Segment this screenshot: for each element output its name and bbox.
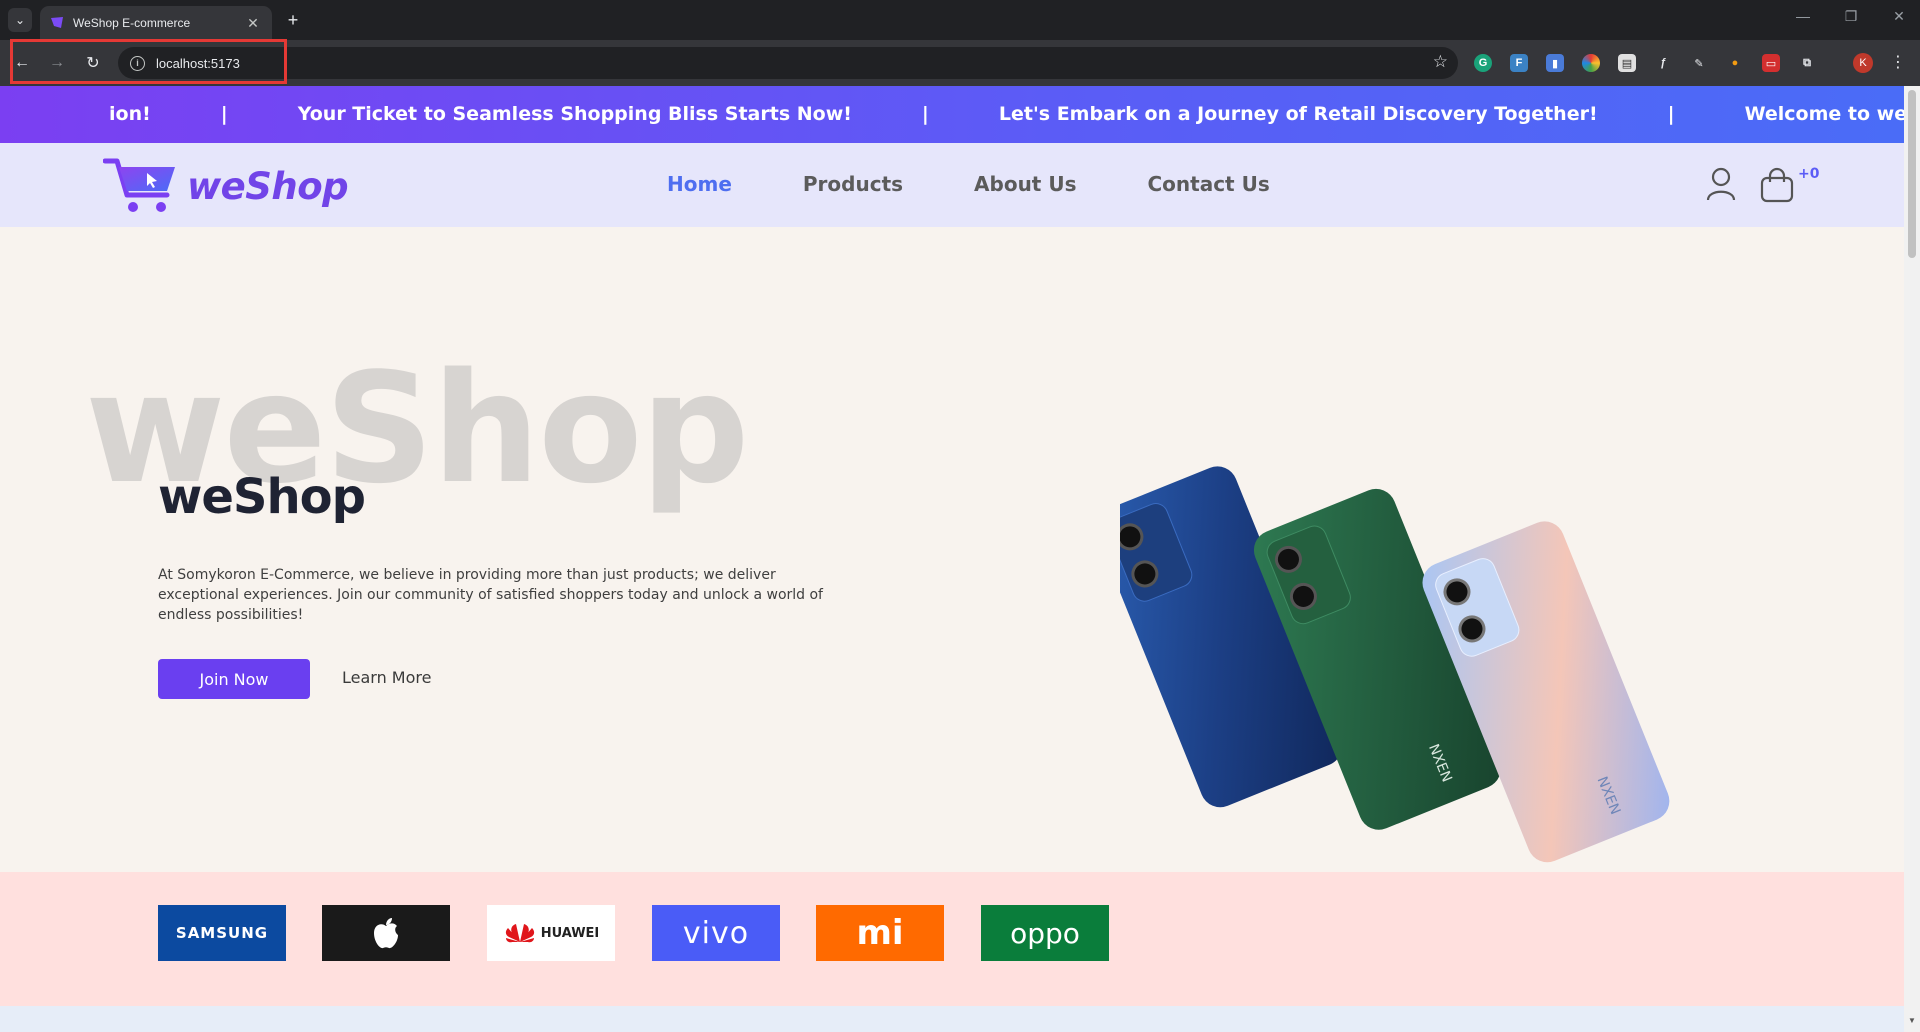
extensions-puzzle-icon[interactable]: ⧉ bbox=[1798, 54, 1816, 72]
browser-tabstrip: ⌄ WeShop E-commerce ✕ + — ❐ ✕ bbox=[0, 0, 1920, 40]
brand-name: vivo bbox=[682, 915, 750, 951]
huawei-logo-icon bbox=[505, 924, 534, 943]
nav-about-us[interactable]: About Us bbox=[974, 172, 1076, 196]
translate-extension-icon[interactable]: F bbox=[1510, 54, 1528, 72]
page-scrollbar[interactable]: ▼ bbox=[1904, 86, 1920, 1032]
marquee-message: Your Ticket to Seamless Shopping Bliss S… bbox=[297, 103, 852, 125]
logo-text: weShop bbox=[187, 164, 349, 208]
brand-xiaomi[interactable]: mi bbox=[816, 905, 944, 961]
brand-name: HUAWEI bbox=[540, 925, 600, 941]
site-header: weShop Home Products About Us Contact Us… bbox=[0, 143, 1904, 227]
announcement-marquee: ion! | Your Ticket to Seamless Shopping … bbox=[0, 86, 1904, 143]
join-now-button[interactable]: Join Now bbox=[158, 659, 310, 699]
eyedropper-extension-icon[interactable]: ✎ bbox=[1690, 54, 1708, 72]
marquee-separator: | bbox=[220, 103, 228, 125]
brand-huawei[interactable]: HUAWEI bbox=[487, 905, 615, 961]
site-logo[interactable]: weShop bbox=[103, 155, 349, 217]
hero-title: weShop bbox=[158, 469, 366, 525]
browser-menu-icon[interactable]: ⋮ bbox=[1890, 52, 1906, 72]
tab-search-chevron-icon[interactable]: ⌄ bbox=[8, 8, 32, 32]
brand-name: oppo bbox=[1010, 916, 1080, 950]
back-icon[interactable]: ← bbox=[10, 51, 34, 75]
smartphones-hero-image: NXEN NXEN bbox=[1120, 466, 1670, 863]
user-account-icon[interactable] bbox=[1706, 167, 1736, 201]
brand-oppo[interactable]: oppo bbox=[981, 905, 1109, 961]
nav-products[interactable]: Products bbox=[803, 172, 903, 196]
nav-contact-us[interactable]: Contact Us bbox=[1147, 172, 1269, 196]
browser-tab[interactable]: WeShop E-commerce ✕ bbox=[40, 6, 272, 40]
brand-name: mi bbox=[856, 913, 904, 953]
marquee-separator: | bbox=[1667, 103, 1675, 125]
fox-extension-icon[interactable]: ● bbox=[1726, 54, 1744, 72]
reload-icon[interactable]: ↻ bbox=[81, 51, 105, 75]
marquee-message: Let's Embark on a Journey of Retail Disc… bbox=[998, 103, 1598, 125]
brand-samsung[interactable]: SAMSUNG bbox=[158, 905, 286, 961]
marquee-separator: | bbox=[921, 103, 929, 125]
notes-extension-icon[interactable]: ▤ bbox=[1618, 54, 1636, 72]
site-info-icon[interactable]: i bbox=[130, 55, 145, 71]
brand-vivo[interactable]: vivo bbox=[652, 905, 780, 961]
nav-home[interactable]: Home bbox=[667, 172, 732, 196]
shopping-bag-icon[interactable] bbox=[1760, 167, 1794, 203]
cart-count-badge: +0 bbox=[1798, 166, 1820, 182]
close-window-icon[interactable]: ✕ bbox=[1884, 8, 1914, 25]
marquee-message: ion! bbox=[109, 103, 151, 125]
grammarly-extension-icon[interactable]: G bbox=[1474, 54, 1492, 72]
address-bar[interactable]: i localhost:5173 ☆ bbox=[118, 47, 1458, 79]
learn-more-button[interactable]: Learn More bbox=[342, 668, 431, 687]
weshop-favicon-icon bbox=[51, 17, 63, 28]
next-section-edge bbox=[0, 1006, 1904, 1032]
hero-description: At Somykoron E-Commerce, we believe in p… bbox=[158, 567, 823, 623]
main-nav: Home Products About Us Contact Us bbox=[667, 172, 1341, 196]
minimize-icon[interactable]: — bbox=[1788, 8, 1818, 24]
scroll-down-icon[interactable]: ▼ bbox=[1908, 1016, 1916, 1025]
url-text: localhost:5173 bbox=[156, 55, 240, 71]
new-tab-icon[interactable]: + bbox=[282, 9, 304, 31]
bookmark-star-icon[interactable]: ☆ bbox=[1433, 52, 1448, 72]
tab-close-icon[interactable]: ✕ bbox=[244, 15, 262, 32]
docs-extension-icon[interactable]: ▮ bbox=[1546, 54, 1564, 72]
profile-avatar[interactable]: K bbox=[1853, 53, 1873, 73]
tab-title: WeShop E-commerce bbox=[73, 16, 191, 30]
brand-name: SAMSUNG bbox=[175, 924, 269, 942]
marquee-track: ion! | Your Ticket to Seamless Shopping … bbox=[109, 103, 1904, 125]
forward-icon[interactable]: → bbox=[45, 51, 69, 75]
brand-logos-strip: SAMSUNG HUAWEI vivo mi oppo bbox=[0, 872, 1904, 1006]
restore-icon[interactable]: ❐ bbox=[1836, 8, 1866, 25]
screenshot-extension-icon[interactable]: ▭ bbox=[1762, 54, 1780, 72]
color-picker-extension-icon[interactable] bbox=[1582, 54, 1600, 72]
hero-section: weShop weShop At Somykoron E-Commerce, w… bbox=[0, 227, 1904, 872]
scrollbar-thumb[interactable] bbox=[1908, 90, 1916, 258]
apple-logo-icon bbox=[374, 918, 398, 949]
brand-apple[interactable] bbox=[322, 905, 450, 961]
marquee-message: Welcome to weShop. Your Ult bbox=[1744, 103, 1904, 125]
font-extension-icon[interactable]: ƒ bbox=[1654, 54, 1672, 72]
page-viewport: ion! | Your Ticket to Seamless Shopping … bbox=[0, 86, 1904, 1032]
shopping-cart-logo-icon bbox=[103, 158, 175, 212]
